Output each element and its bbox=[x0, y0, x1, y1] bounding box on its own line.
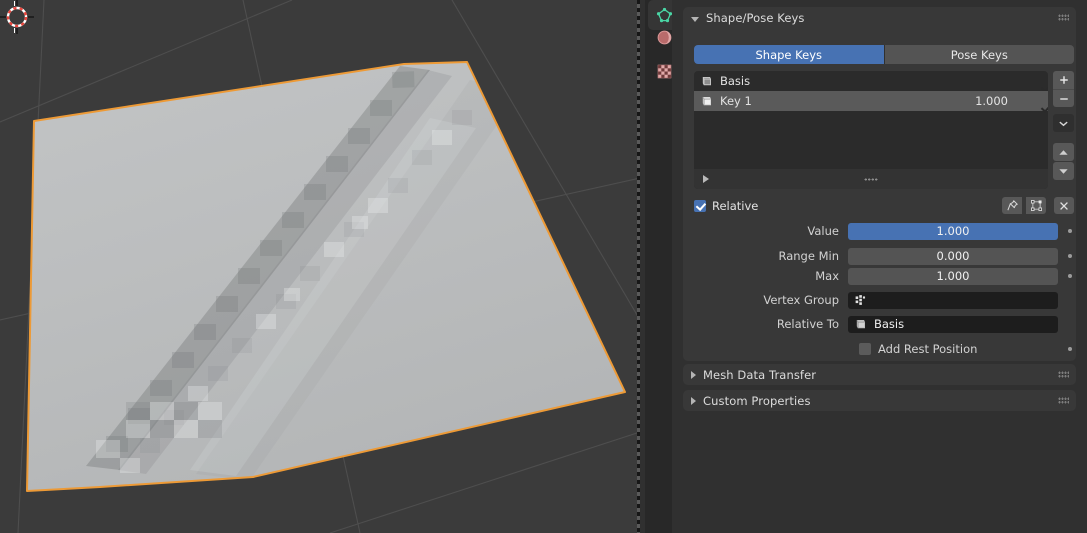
property-row-max: Max 1.000 bbox=[694, 267, 1074, 285]
max-label: Max bbox=[815, 269, 839, 283]
list-item[interactable]: Basis bbox=[694, 71, 1048, 91]
viewport-canvas bbox=[0, 0, 640, 533]
3d-cursor-icon bbox=[0, 0, 34, 34]
property-row-add-rest-position: Add Rest Position bbox=[694, 340, 1074, 358]
mesh-data-icon bbox=[656, 7, 672, 22]
shapekey-icon bbox=[702, 76, 712, 85]
panel-header-mesh-data-transfer[interactable]: Mesh Data Transfer bbox=[683, 364, 1076, 386]
plane-mesh bbox=[27, 62, 625, 491]
relative-label: Relative bbox=[712, 198, 759, 213]
list-item[interactable]: Key 1 1.000 bbox=[694, 91, 1048, 111]
chevron-right-icon[interactable] bbox=[691, 397, 696, 405]
3d-viewport[interactable] bbox=[0, 0, 640, 533]
list-filter-bar bbox=[694, 169, 1048, 189]
relative-to-label: Relative To bbox=[776, 317, 839, 331]
chevron-down-icon[interactable] bbox=[691, 16, 699, 22]
tab-pose-keys[interactable]: Pose Keys bbox=[883, 45, 1074, 64]
list-item-label: Basis bbox=[720, 74, 751, 88]
add-rest-position-checkbox[interactable] bbox=[859, 343, 871, 355]
value-slider[interactable]: 1.000 bbox=[848, 222, 1058, 240]
shapekey-edit-icon bbox=[1030, 200, 1042, 211]
list-filter-toggle-icon[interactable] bbox=[703, 175, 709, 183]
panel-shape-pose-keys: Shape/Pose Keys Shape Keys Pose Keys Bas… bbox=[683, 7, 1076, 361]
relative-checkbox[interactable] bbox=[694, 199, 706, 212]
triangle-down-icon bbox=[1059, 168, 1068, 174]
vertex-group-field[interactable] bbox=[848, 291, 1058, 309]
property-row-range-min: Range Min 0.000 bbox=[694, 247, 1074, 265]
panel-grip-icon[interactable] bbox=[1058, 371, 1069, 378]
triangle-up-icon bbox=[1059, 149, 1068, 155]
move-shape-key-down-button[interactable] bbox=[1053, 162, 1074, 180]
list-item-label: Key 1 bbox=[720, 94, 752, 108]
add-rest-position-label: Add Rest Position bbox=[878, 342, 978, 356]
minus-icon bbox=[1059, 97, 1068, 100]
relative-header-icons bbox=[1002, 197, 1074, 214]
blender-window: Shape/Pose Keys Shape Keys Pose Keys Bas… bbox=[0, 0, 1087, 533]
panel-custom-properties[interactable]: Custom Properties bbox=[683, 390, 1076, 411]
panel-title-mesh-data-transfer: Mesh Data Transfer bbox=[703, 368, 817, 382]
max-field[interactable]: 1.000 bbox=[848, 267, 1058, 285]
range-min-label: Range Min bbox=[778, 249, 839, 263]
relative-to-value: Basis bbox=[874, 317, 905, 331]
checker-texture-icon bbox=[657, 64, 671, 78]
add-shape-key-button[interactable] bbox=[1053, 71, 1074, 89]
property-row-vertex-group: Vertex Group bbox=[694, 291, 1074, 309]
shape-pose-keys-tabs: Shape Keys Pose Keys bbox=[694, 45, 1074, 64]
shapekey-icon bbox=[702, 96, 712, 105]
chevron-down-icon bbox=[1059, 121, 1068, 126]
panel-grip-icon[interactable] bbox=[1058, 14, 1069, 21]
close-panel-button[interactable] bbox=[1054, 197, 1074, 214]
animate-property-dot[interactable] bbox=[1068, 229, 1072, 233]
pin-icon bbox=[1006, 200, 1018, 211]
panel-header-shape-pose-keys[interactable]: Shape/Pose Keys bbox=[683, 7, 1076, 29]
shapekey-icon bbox=[856, 319, 866, 328]
chevron-right-icon[interactable] bbox=[691, 371, 696, 379]
value-label: Value bbox=[807, 224, 839, 238]
relative-row: Relative bbox=[694, 197, 1074, 214]
pin-shape-key-button[interactable] bbox=[1002, 197, 1022, 214]
animate-property-dot[interactable] bbox=[1068, 274, 1072, 278]
vertex-group-icon bbox=[855, 294, 866, 305]
property-row-relative-to: Relative To Basis bbox=[694, 315, 1074, 333]
animate-property-dot[interactable] bbox=[1068, 347, 1072, 351]
remove-shape-key-button[interactable] bbox=[1053, 89, 1074, 107]
move-shape-key-up-button[interactable] bbox=[1053, 143, 1074, 161]
range-min-field[interactable]: 0.000 bbox=[848, 247, 1058, 265]
list-resize-grip-icon[interactable] bbox=[864, 177, 878, 181]
relative-to-field[interactable]: Basis bbox=[848, 315, 1058, 333]
properties-editor: Shape/Pose Keys Shape Keys Pose Keys Bas… bbox=[672, 0, 1087, 533]
vertex-group-label: Vertex Group bbox=[763, 293, 839, 307]
tab-shape-keys[interactable]: Shape Keys bbox=[694, 45, 884, 64]
animate-property-dot[interactable] bbox=[1068, 254, 1072, 258]
panel-mesh-data-transfer[interactable]: Mesh Data Transfer bbox=[683, 364, 1076, 385]
material-sphere-icon bbox=[657, 30, 671, 44]
shape-key-edit-mode-button[interactable] bbox=[1026, 197, 1046, 214]
panel-title-shape-pose-keys: Shape/Pose Keys bbox=[706, 11, 805, 25]
panel-title-custom-properties: Custom Properties bbox=[703, 394, 811, 408]
shape-keys-list[interactable]: Basis Key 1 1.000 bbox=[694, 71, 1048, 189]
area-splitter[interactable] bbox=[637, 0, 640, 533]
panel-grip-icon[interactable] bbox=[1058, 397, 1069, 404]
list-item-value[interactable]: 1.000 bbox=[975, 94, 1008, 108]
property-row-value: Value 1.000 bbox=[694, 222, 1074, 240]
shape-key-specials-menu-button[interactable] bbox=[1053, 114, 1074, 132]
close-x-icon bbox=[1060, 201, 1068, 210]
panel-header-custom-properties[interactable]: Custom Properties bbox=[683, 390, 1076, 412]
plus-icon bbox=[1059, 76, 1068, 84]
